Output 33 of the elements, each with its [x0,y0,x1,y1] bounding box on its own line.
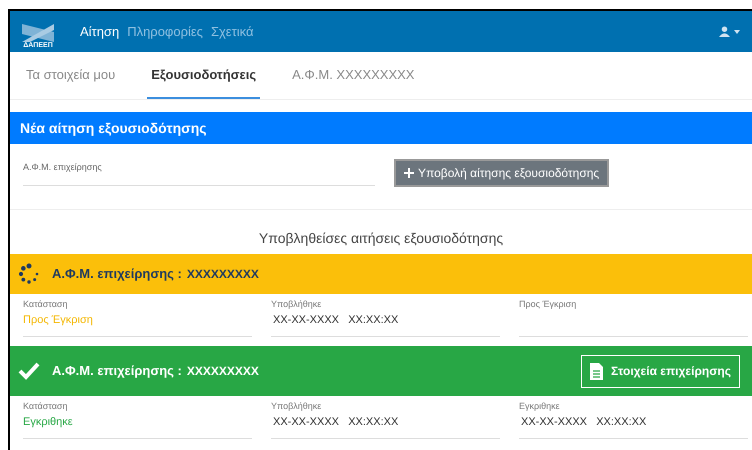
field-label: Κατάσταση [23,400,68,413]
field-label: Εγκριθηκε [519,400,561,413]
afm-label: Α.Φ.Μ. επιχείρησης : [52,362,182,380]
panel-title: Νέα αίτηση εξουσιοδότησης [20,118,207,138]
field-value: XX-XX-XXXX XX:XX:XX [272,414,400,430]
nav-link[interactable]: Πληροφορίες [127,22,203,42]
field-label: Προς Έγκριση [519,298,578,311]
nav-link[interactable]: Σχετικά [210,22,254,42]
field-value: Προς Έγκριση [23,312,94,328]
tab[interactable]: Εξουσιοδοτήσεις [147,52,260,99]
caret-icon[interactable] [734,30,740,34]
field-value: Εγκριθηκε [23,414,74,430]
user-icon[interactable] [719,26,730,37]
document-icon [590,362,603,380]
afm-value: XXXXXXXXX [186,266,259,283]
company-details-button[interactable]: Στοιχεία επιχείρησης [580,354,740,388]
field-label: Υποβλήθηκε [271,298,322,311]
tab[interactable]: Τα στοιχεία μου [22,52,120,99]
field-value: XX-XX-XXXX XX:XX:XX [272,312,400,328]
afm-value: XXXXXXXXX [186,363,259,380]
field-label: Υποβλήθηκε [271,400,322,413]
afm-label: Α.Φ.Μ. επιχείρησης : [52,265,182,284]
logo-icon [22,24,54,42]
spinner-icon [18,263,40,285]
submit-button[interactable]: Υποβολή αίτησης εξουσιοδότησης [394,159,610,187]
field-value: XX-XX-XXXX XX:XX:XX [520,414,648,430]
afm-field[interactable]: Α.Φ.Μ. επιχείρησης [23,154,375,186]
field-label: Κατάσταση [23,298,68,311]
section-heading: Υποβληθείσες αιτήσεις εξουσιοδότησης [258,229,504,248]
tab[interactable]: Α.Φ.Μ. XXXXXXXXX [288,52,418,99]
plus-icon [404,168,414,178]
check-icon [18,362,40,380]
nav-link[interactable]: Αίτηση [80,22,120,42]
